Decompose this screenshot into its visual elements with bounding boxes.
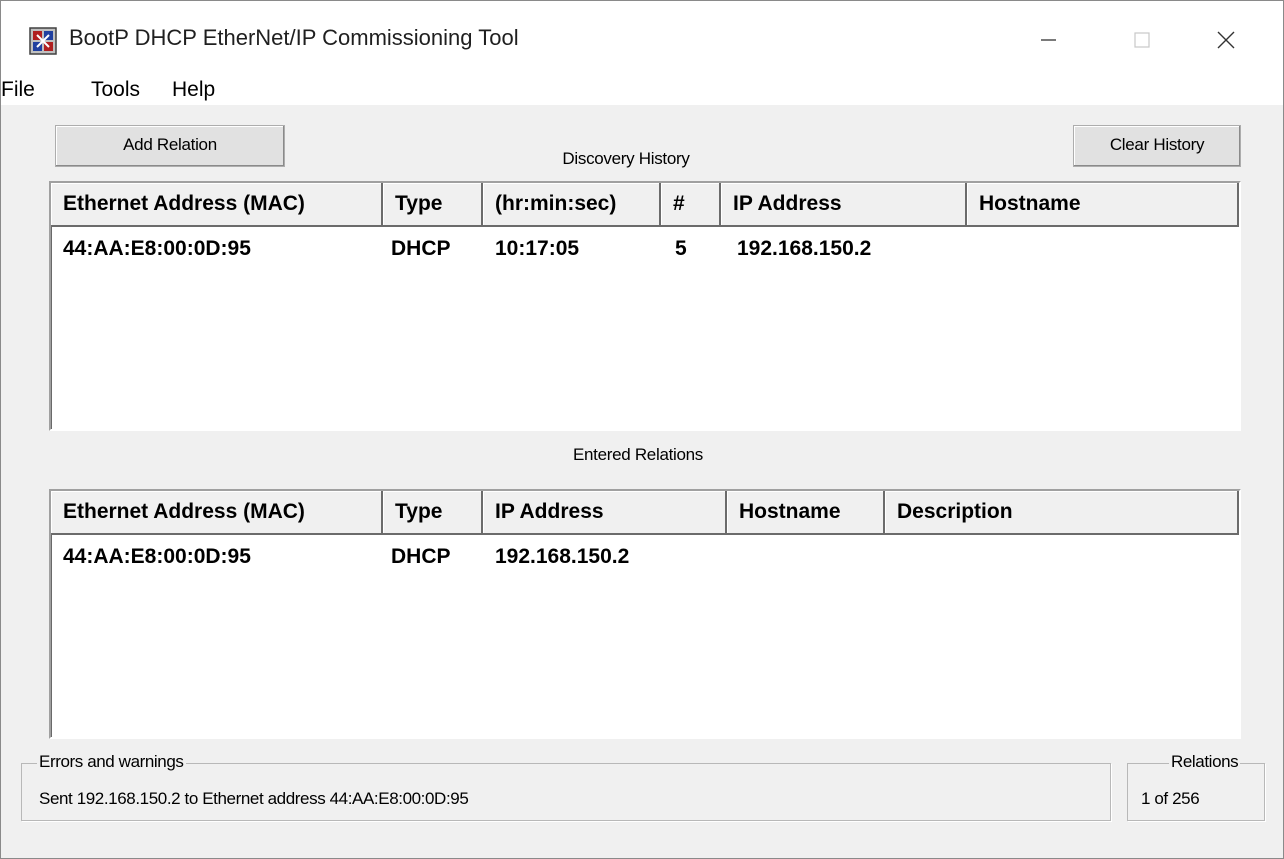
title-bar[interactable]: BootP DHCP EtherNet/IP Commissioning Too… (1, 1, 1283, 75)
discovery-history-list[interactable]: Ethernet Address (MAC) Type (hr:min:sec)… (49, 181, 1241, 431)
relations-label: Relations (1169, 752, 1241, 772)
discovery-history-caption: Discovery History (562, 149, 690, 168)
maximize-icon[interactable] (1113, 15, 1171, 65)
menu-tools[interactable]: Tools (91, 78, 140, 102)
row-mac: 44:AA:E8:00:0D:95 (63, 545, 251, 568)
column-header-hostname[interactable]: Hostname (967, 183, 1239, 227)
column-header-type[interactable]: Type (383, 183, 483, 227)
menu-file[interactable]: File (1, 78, 35, 102)
row-ip: 192.168.150.2 (737, 237, 872, 260)
column-header-count[interactable]: # (661, 183, 721, 227)
relations-count: 1 of 256 (1141, 789, 1200, 808)
errors-warnings-label: Errors and warnings (37, 752, 186, 772)
row-type: DHCP (391, 237, 451, 260)
app-window: BootP DHCP EtherNet/IP Commissioning Too… (0, 0, 1284, 859)
column-header-description[interactable]: Description (885, 491, 1239, 535)
row-type: DHCP (391, 545, 451, 568)
column-header-hostname[interactable]: Hostname (727, 491, 885, 535)
column-header-time[interactable]: (hr:min:sec) (483, 183, 661, 227)
clear-history-button[interactable]: Clear History (1073, 125, 1241, 167)
menu-bar: File Tools Help (1, 75, 1283, 105)
menu-help[interactable]: Help (172, 78, 215, 102)
row-time: 10:17:05 (495, 237, 580, 260)
column-header-mac[interactable]: Ethernet Address (MAC) (51, 491, 383, 535)
errors-warnings-text: Sent 192.168.150.2 to Ethernet address 4… (39, 789, 469, 808)
close-icon[interactable] (1197, 15, 1255, 65)
column-header-ip[interactable]: IP Address (483, 491, 727, 535)
column-header-ip[interactable]: IP Address (721, 183, 967, 227)
entered-relations-caption: Entered Relations (572, 445, 704, 464)
entered-relations-list[interactable]: Ethernet Address (MAC) Type IP Address H… (49, 489, 1241, 739)
column-header-mac[interactable]: Ethernet Address (MAC) (51, 183, 383, 227)
minimize-icon[interactable] (1019, 15, 1077, 65)
row-count: 5 (675, 237, 687, 260)
row-mac: 44:AA:E8:00:0D:95 (63, 237, 251, 260)
window-title: BootP DHCP EtherNet/IP Commissioning Too… (69, 25, 519, 50)
add-relation-button[interactable]: Add Relation (55, 125, 285, 167)
network-tool-icon (29, 27, 57, 55)
column-header-type[interactable]: Type (383, 491, 483, 535)
row-ip: 192.168.150.2 (495, 545, 630, 568)
